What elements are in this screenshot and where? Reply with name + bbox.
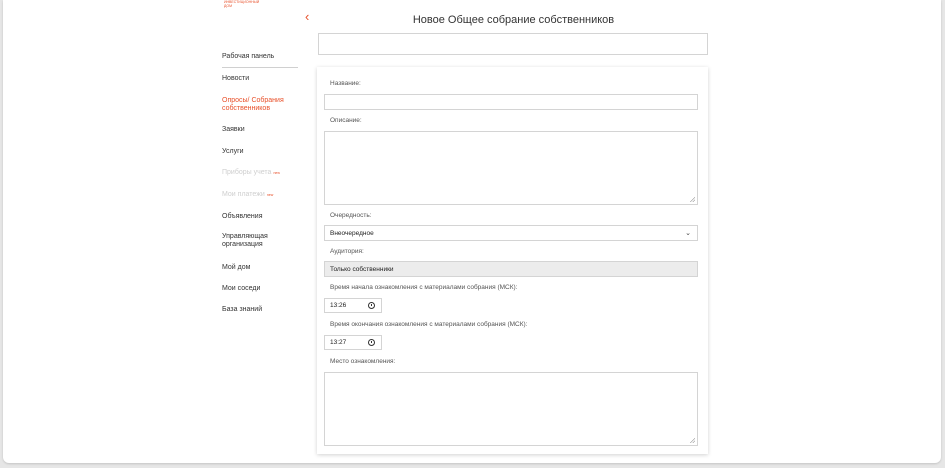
sidebar-item-services[interactable]: Услуги <box>222 148 244 156</box>
sidebar-item-label: Мои платежи <box>222 191 265 198</box>
app-window: ИНВЕСТИЦИОННЫЙ ДОМ ‹ Новое Общее собрани… <box>3 0 941 463</box>
back-button[interactable]: ‹ <box>305 10 309 24</box>
audience-field: Только собственники <box>324 261 698 277</box>
start-time-value: 13:26 <box>330 302 347 309</box>
end-time-input[interactable]: 13:27 <box>324 335 382 350</box>
priority-label: Очередность: <box>330 212 372 219</box>
end-time-value: 13:27 <box>330 339 347 346</box>
clock-icon[interactable] <box>368 339 375 346</box>
sidebar-item-news[interactable]: Новости <box>222 75 249 83</box>
place-label: Место ознакомления: <box>330 358 396 365</box>
end-time-label: Время окончания ознакомления с материала… <box>330 321 528 328</box>
brand-logo[interactable]: ИНВЕСТИЦИОННЫЙ ДОМ <box>224 0 264 8</box>
sidebar-item-my-house[interactable]: Мой дом <box>222 264 250 272</box>
start-time-label: Время начала ознакомления с материалами … <box>330 284 518 291</box>
name-label: Название: <box>330 80 361 87</box>
sidebar-item-label: Приборы учета <box>222 169 272 176</box>
sidebar-item-dashboard[interactable]: Рабочая панель <box>222 53 274 61</box>
resize-grip-icon[interactable] <box>690 438 695 443</box>
page-title: Новое Общее собрание собственников <box>412 14 615 26</box>
priority-select[interactable]: Внеочередное ⌄ <box>324 225 698 241</box>
clock-icon[interactable] <box>368 302 375 309</box>
sidebar-item-label: Рабочая панель <box>222 53 275 60</box>
sidebar-divider <box>222 67 298 68</box>
sidebar-item-payments: Мои платежи new <box>222 191 273 199</box>
sidebar-item-management[interactable]: Управляющая организация <box>222 233 282 249</box>
sidebar-item-label: Мои соседи <box>222 285 261 292</box>
sidebar-item-requests[interactable]: Заявки <box>222 126 245 134</box>
priority-value: Внеочередное <box>330 230 374 237</box>
sidebar-item-label: Услуги <box>222 148 244 155</box>
sidebar-item-label: Заявки <box>222 126 245 133</box>
new-badge: new <box>273 171 280 175</box>
place-textarea[interactable] <box>324 372 698 446</box>
sidebar-item-label: База знаний <box>222 306 263 313</box>
sidebar-item-label: Объявления <box>222 213 263 220</box>
chevron-left-icon: ‹ <box>305 9 310 24</box>
sidebar-item-announcements[interactable]: Объявления <box>222 213 263 221</box>
description-label: Описание: <box>330 117 362 124</box>
sidebar-item-label: Управляющая организация <box>222 233 268 248</box>
name-input[interactable] <box>324 94 698 110</box>
sidebar-item-label: Опросы/ Собрания собственников <box>222 97 284 112</box>
sidebar-item-polls[interactable]: Опросы/ Собрания собственников <box>222 97 292 113</box>
audience-label: Аудитория: <box>330 248 364 255</box>
sidebar-item-label: Мой дом <box>222 264 251 271</box>
sidebar-item-label: Новости <box>222 75 250 82</box>
sidebar-item-knowledge-base[interactable]: База знаний <box>222 306 262 314</box>
audience-value: Только собственники <box>330 266 394 273</box>
resize-grip-icon[interactable] <box>690 197 695 202</box>
sidebar-item-meters: Приборы учета new <box>222 169 280 177</box>
meeting-form-card: Название: Описание: Очередность: Внеочер… <box>317 67 708 454</box>
top-input-field[interactable] <box>318 33 708 55</box>
start-time-input[interactable]: 13:26 <box>324 298 382 313</box>
chevron-down-icon: ⌄ <box>685 230 691 237</box>
new-badge: new <box>266 193 274 197</box>
description-textarea[interactable] <box>324 131 698 205</box>
sidebar-item-neighbors[interactable]: Мои соседи <box>222 285 260 293</box>
